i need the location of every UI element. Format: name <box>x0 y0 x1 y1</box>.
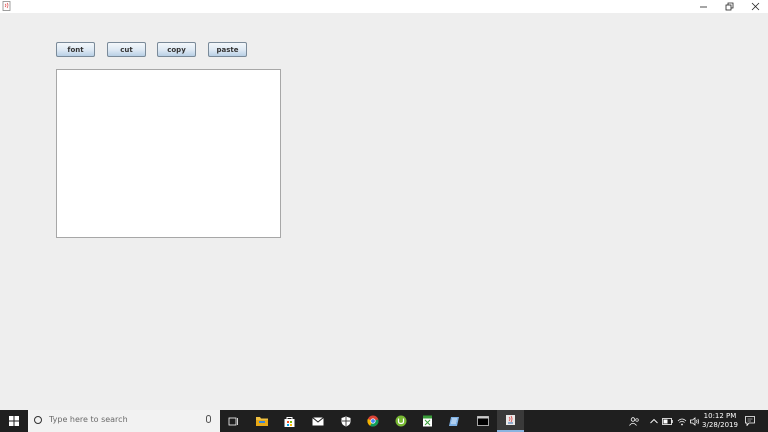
minimize-icon <box>699 6 707 8</box>
utorrent-icon <box>395 415 406 427</box>
notes-button[interactable] <box>441 410 468 432</box>
battery-button[interactable] <box>661 410 674 432</box>
security-button[interactable] <box>332 410 359 432</box>
restore-button[interactable] <box>716 0 742 13</box>
store-bag-icon <box>284 416 295 427</box>
task-view-icon <box>228 417 238 425</box>
action-center-button[interactable] <box>742 410 758 432</box>
people-icon <box>628 416 639 426</box>
font-button[interactable]: font <box>56 42 95 57</box>
mail-icon <box>311 416 324 425</box>
taskbar-clock[interactable]: 10:12 PM 3/28/2019 <box>700 412 740 430</box>
clock-date: 3/28/2019 <box>702 421 738 429</box>
clock-time: 10:12 PM <box>703 412 737 420</box>
spreadsheet-icon <box>423 415 432 427</box>
restore-icon <box>725 2 733 11</box>
paste-button[interactable]: paste <box>208 42 247 57</box>
app-window: font cut copy paste <box>0 0 768 410</box>
terminal-icon <box>476 416 489 426</box>
task-view-button[interactable] <box>220 410 247 432</box>
torrent-button[interactable] <box>387 410 414 432</box>
console-button[interactable] <box>469 410 496 432</box>
people-button[interactable] <box>626 410 642 432</box>
copy-button[interactable]: copy <box>157 42 196 57</box>
battery-icon <box>662 417 673 425</box>
speaker-icon <box>689 416 699 426</box>
show-hidden-icons-button[interactable] <box>648 410 660 432</box>
microphone-icon[interactable] <box>206 415 211 423</box>
shield-icon <box>341 416 350 426</box>
taskbar-search-box[interactable]: Type here to search <box>28 410 220 432</box>
notification-icon <box>745 416 755 426</box>
cortana-icon <box>34 416 42 424</box>
windows-logo-icon <box>9 416 19 426</box>
chevron-up-icon <box>650 418 658 424</box>
cut-button[interactable]: cut <box>107 42 146 57</box>
file-explorer-button[interactable] <box>248 410 275 432</box>
spreadsheet-button[interactable] <box>414 410 441 432</box>
chrome-icon <box>366 415 378 427</box>
java-app-button[interactable] <box>497 410 524 432</box>
title-bar[interactable] <box>0 0 768 13</box>
close-button[interactable] <box>742 0 768 13</box>
folder-icon <box>255 417 268 426</box>
java-icon <box>506 415 515 425</box>
store-button[interactable] <box>276 410 303 432</box>
java-app-icon <box>2 1 11 11</box>
mail-button[interactable] <box>304 410 331 432</box>
notes-icon <box>449 416 459 426</box>
minimize-button[interactable] <box>690 0 716 13</box>
close-icon <box>751 2 759 11</box>
start-button[interactable] <box>0 410 28 432</box>
text-area[interactable] <box>56 69 281 238</box>
network-button[interactable] <box>675 410 688 432</box>
wifi-icon <box>677 418 686 425</box>
taskbar: Type here to search 10:12 PM 3/28/2019 <box>0 410 768 432</box>
chrome-button[interactable] <box>359 410 386 432</box>
search-placeholder: Type here to search <box>49 415 128 424</box>
